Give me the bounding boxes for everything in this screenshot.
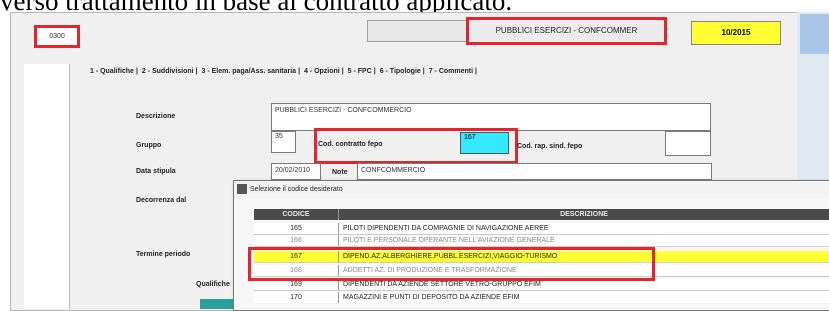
dialog-app-icon (237, 184, 247, 194)
tab-fpc[interactable]: 5 - FPC (348, 68, 372, 75)
code-selection-dialog: Selezione il codice desiderato CODICE DE… (233, 180, 829, 311)
qualifiche-grid-marker (200, 299, 233, 309)
tab-bar: 1 - Qualifiche | 2 - Suddivisioni | 3 - El… (90, 68, 478, 75)
table-row[interactable]: 165 PILOTI DIPENDENTI DA COMPAGNIE DI NA… (254, 223, 829, 235)
note-field[interactable]: CONFCOMMERCIO (357, 163, 712, 180)
cod-rap-label: Cod. rap. sind. fepo (517, 143, 583, 150)
row-desc: PILOTI DIPENDENTI DA COMPAGNIE DI NAVIGA… (343, 225, 549, 232)
termine-label: Termine periodo (136, 251, 191, 258)
cod-contratto-highlight (314, 128, 518, 164)
tab-commenti[interactable]: 7 - Commenti (429, 68, 473, 75)
tab-opzioni[interactable]: 4 - Opzioni (304, 68, 340, 75)
contract-title-field: PUBBLICI ESERCIZI - CONFCOMMER (466, 17, 667, 45)
row-code: 165 (254, 223, 339, 234)
right-window-header (800, 14, 829, 54)
row-desc: MAGAZZINI E PUNTI DI DEPOSITO DA AZIENDE… (343, 294, 520, 301)
descrizione-label: Descrizione (136, 113, 176, 120)
table-row[interactable]: 170 MAGAZZINI E PUNTI DI DEPOSITO DA AZI… (254, 292, 829, 303)
period-date-field: 10/2015 (691, 21, 781, 45)
grid-header: CODICE DESCRIZIONE (254, 209, 829, 220)
gruppo-field[interactable]: 35 (271, 131, 296, 153)
data-stipula-label: Data stipula (136, 168, 176, 175)
tab-elem-paga[interactable]: 3 - Elem. paga/Ass. sanitaria (202, 68, 297, 75)
tab-tipologie[interactable]: 6 - Tipologie (380, 68, 421, 75)
qualifiche-label: Qualifiche (196, 281, 230, 288)
col-desc-header[interactable]: DESCRIZIONE (340, 209, 828, 220)
header-empty-field (367, 20, 469, 42)
dialog-title: Selezione il codice desiderato (234, 181, 829, 198)
col-code-header[interactable]: CODICE (254, 209, 339, 220)
data-stipula-field[interactable]: 20/02/2010 (271, 163, 321, 180)
row-code: 170 (254, 292, 339, 303)
selected-row-highlight (248, 247, 655, 281)
cod-rap-field[interactable] (665, 131, 711, 156)
table-row[interactable]: 166 PILOTI E PERSONALE OPERANTE NELL'AVI… (254, 235, 829, 247)
row-code: 166 (254, 235, 339, 246)
decorrenza-label: Decorrenza dal (136, 197, 187, 204)
descrizione-field[interactable]: PUBBLICI ESERCIZI - CONFCOMMERCIO (271, 103, 711, 131)
left-panel (24, 64, 70, 309)
contract-code-field[interactable]: 0300 (34, 25, 80, 48)
gruppo-label: Gruppo (136, 142, 162, 149)
row-desc: PILOTI E PERSONALE OPERANTE NELL'AVIAZIO… (343, 237, 555, 244)
tab-suddivisioni[interactable]: 2 - Suddivisioni (142, 68, 194, 75)
tab-qualifiche[interactable]: 1 - Qualifiche (90, 68, 134, 75)
note-label: Note (332, 169, 348, 176)
